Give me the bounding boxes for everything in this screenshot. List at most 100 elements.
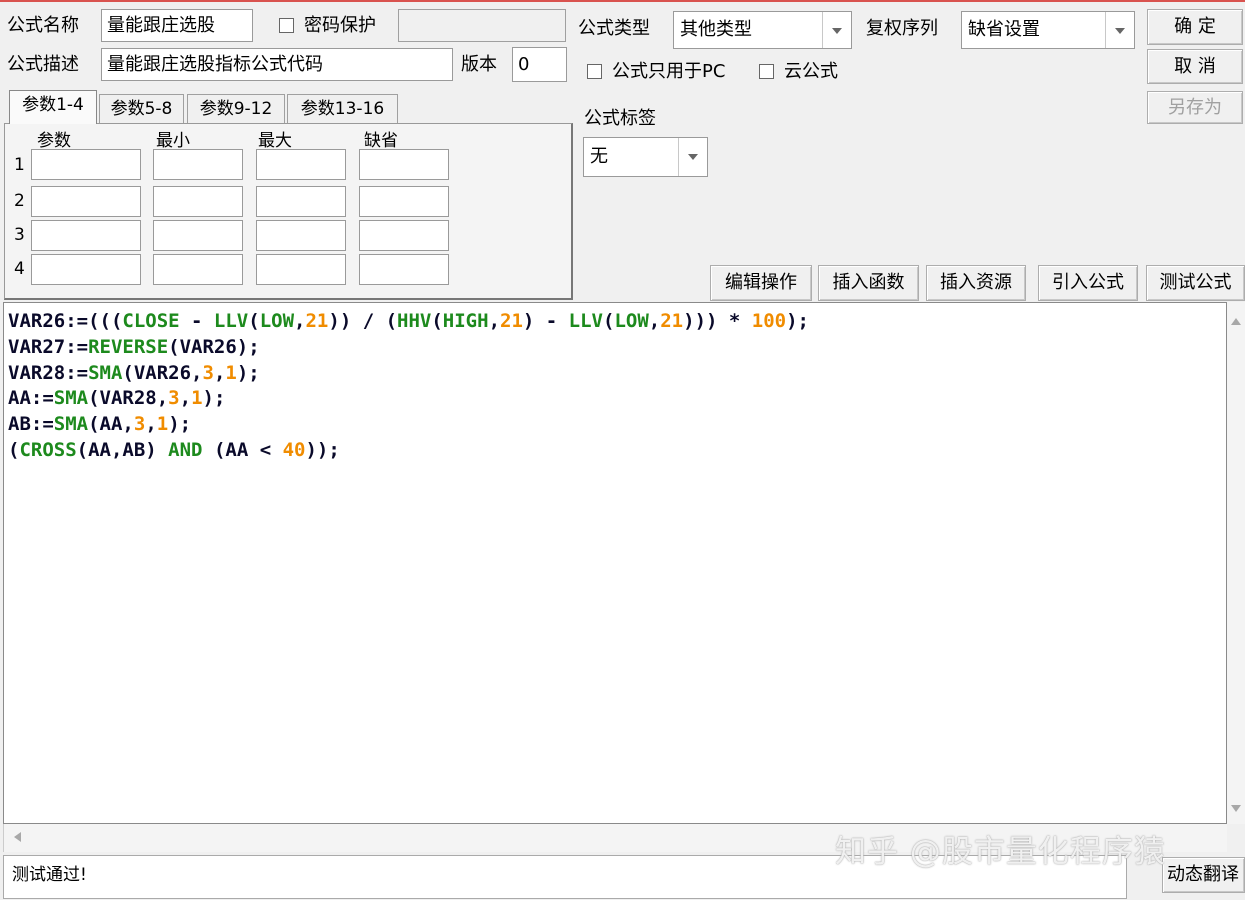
code-token: VAR27:= bbox=[8, 335, 89, 358]
formula-type-label: 公式类型 bbox=[578, 18, 650, 39]
window-top-border bbox=[0, 0, 1245, 2]
code-token: , bbox=[145, 413, 157, 436]
code-token: (AA,AB) bbox=[76, 438, 169, 461]
code-line: VAR27:=REVERSE(VAR26); bbox=[8, 335, 1226, 361]
cloud-formula-label: 云公式 bbox=[784, 61, 838, 82]
code-token: ); bbox=[202, 387, 226, 410]
password-input bbox=[398, 9, 566, 42]
row-number: 3 bbox=[14, 225, 25, 245]
rights-sequence-label: 复权序列 bbox=[866, 18, 938, 39]
formula-tag-select[interactable]: 无 bbox=[583, 137, 708, 177]
code-number: 100 bbox=[751, 310, 787, 332]
code-number: 21 bbox=[660, 310, 684, 332]
rights-sequence-select[interactable]: 缺省设置 bbox=[961, 11, 1135, 49]
version-input[interactable]: 0 bbox=[512, 47, 567, 82]
code-token: (VAR26, bbox=[122, 361, 203, 384]
code-keyword: HHV bbox=[397, 310, 432, 332]
code-token: (AA < bbox=[202, 438, 283, 461]
dynamic-translate-button[interactable]: 动态翻译 bbox=[1162, 857, 1245, 893]
password-protect-checkbox[interactable] bbox=[279, 18, 294, 33]
param-default-cell[interactable] bbox=[359, 186, 449, 217]
code-line: AA:=SMA(VAR28,3,1); bbox=[8, 386, 1226, 412]
formula-desc-input[interactable]: 量能跟庄选股指标公式代码 bbox=[101, 48, 453, 81]
code-keyword: SMA bbox=[53, 387, 89, 410]
code-line: AB:=SMA(AA,3,1); bbox=[8, 412, 1226, 438]
vertical-scrollbar[interactable] bbox=[1227, 302, 1245, 824]
chevron-down-icon[interactable] bbox=[822, 12, 851, 48]
code-editor[interactable]: VAR26:=(((CLOSE - LLV(LOW,21)) / (HHV(HI… bbox=[3, 302, 1227, 824]
cloud-formula-checkbox[interactable] bbox=[759, 64, 774, 79]
code-token: ); bbox=[236, 361, 260, 384]
code-token: ( bbox=[603, 310, 615, 332]
code-token: , bbox=[648, 310, 661, 332]
param-max-cell[interactable] bbox=[256, 149, 346, 180]
code-token: VAR28:= bbox=[8, 361, 89, 384]
max-column-header: 最大 bbox=[258, 131, 292, 151]
code-token: AA:= bbox=[8, 387, 54, 410]
param-min-cell[interactable] bbox=[153, 220, 243, 251]
code-token: (AA, bbox=[88, 413, 134, 436]
formula-tag-label: 公式标签 bbox=[584, 108, 656, 129]
code-keyword: SMA bbox=[53, 413, 89, 436]
code-token: (VAR28, bbox=[88, 387, 169, 410]
param-min-cell[interactable] bbox=[153, 149, 243, 180]
formula-tag-value: 无 bbox=[590, 146, 608, 167]
chevron-down-icon[interactable] bbox=[678, 138, 707, 176]
insert-function-button[interactable]: 插入函数 bbox=[818, 265, 919, 301]
code-number: 3 bbox=[168, 387, 180, 410]
tab-params-1-4[interactable]: 参数1-4 bbox=[9, 90, 97, 124]
param-name-cell[interactable] bbox=[31, 254, 141, 285]
insert-resource-button[interactable]: 插入资源 bbox=[926, 265, 1026, 301]
code-number: 1 bbox=[225, 361, 237, 384]
tab-params-9-12[interactable]: 参数9-12 bbox=[187, 94, 285, 124]
code-keyword: SMA bbox=[88, 361, 123, 384]
param-column-header: 参数 bbox=[37, 131, 71, 151]
ok-button[interactable]: 确 定 bbox=[1147, 9, 1243, 45]
pc-only-checkbox[interactable] bbox=[587, 64, 602, 79]
param-name-cell[interactable] bbox=[31, 186, 141, 217]
code-token: VAR26:=((( bbox=[8, 310, 123, 332]
chevron-down-icon[interactable] bbox=[1105, 12, 1134, 48]
formula-type-select[interactable]: 其他类型 bbox=[673, 11, 852, 49]
param-default-cell[interactable] bbox=[359, 149, 449, 180]
param-default-cell[interactable] bbox=[359, 220, 449, 251]
save-as-button[interactable]: 另存为 bbox=[1147, 91, 1243, 124]
param-min-cell[interactable] bbox=[153, 186, 243, 217]
password-protect-label: 密码保护 bbox=[304, 15, 376, 36]
code-number: 21 bbox=[500, 310, 523, 332]
formula-type-value: 其他类型 bbox=[680, 19, 752, 40]
param-max-cell[interactable] bbox=[256, 220, 346, 251]
code-keyword: LLV bbox=[568, 310, 603, 332]
import-formula-button[interactable]: 引入公式 bbox=[1038, 265, 1138, 301]
watermark-text: 知乎 @股市量化程序猿 bbox=[835, 834, 1166, 870]
param-min-cell[interactable] bbox=[153, 254, 243, 285]
tab-params-13-16[interactable]: 参数13-16 bbox=[287, 94, 398, 124]
formula-name-input[interactable]: 量能跟庄选股 bbox=[101, 9, 253, 42]
code-number: 3 bbox=[133, 413, 146, 436]
code-keyword: AND bbox=[168, 438, 203, 461]
code-token: ) - bbox=[522, 310, 569, 332]
version-label: 版本 bbox=[461, 54, 497, 75]
edit-operations-button[interactable]: 编辑操作 bbox=[710, 265, 812, 301]
code-token: ( bbox=[8, 438, 20, 461]
scroll-down-icon[interactable] bbox=[1231, 805, 1241, 812]
param-name-cell[interactable] bbox=[31, 220, 141, 251]
code-number: 40 bbox=[282, 438, 306, 461]
code-keyword: LOW bbox=[614, 310, 649, 332]
code-token: , bbox=[488, 310, 501, 332]
scroll-up-icon[interactable] bbox=[1231, 318, 1241, 325]
tab-params-5-8[interactable]: 参数5-8 bbox=[99, 94, 184, 124]
cancel-button[interactable]: 取 消 bbox=[1147, 49, 1243, 84]
param-max-cell[interactable] bbox=[256, 254, 346, 285]
test-formula-button[interactable]: 测试公式 bbox=[1146, 265, 1245, 301]
code-keyword: CLOSE bbox=[122, 310, 180, 332]
row-number: 4 bbox=[14, 259, 25, 279]
scroll-left-icon[interactable] bbox=[14, 832, 21, 842]
param-default-cell[interactable] bbox=[359, 254, 449, 285]
row-number: 2 bbox=[14, 191, 25, 211]
code-line: VAR26:=(((CLOSE - LLV(LOW,21)) / (HHV(HI… bbox=[8, 309, 1226, 335]
param-name-cell[interactable] bbox=[31, 149, 141, 180]
code-line: VAR28:=SMA(VAR26,3,1); bbox=[8, 361, 1226, 387]
min-column-header: 最小 bbox=[156, 131, 190, 151]
param-max-cell[interactable] bbox=[256, 186, 346, 217]
